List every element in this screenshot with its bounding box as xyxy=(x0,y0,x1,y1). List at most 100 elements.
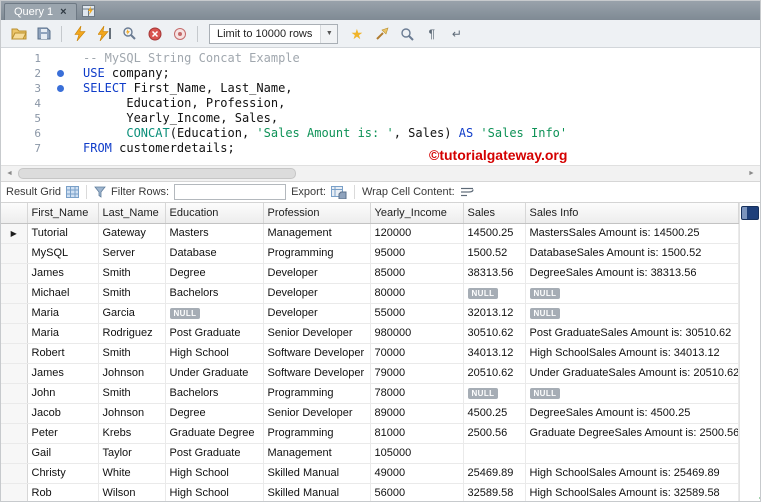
row-selector[interactable] xyxy=(1,403,28,424)
column-header[interactable]: Yearly_Income xyxy=(370,203,464,224)
sql-code-editor[interactable]: 1 -- MySQL String Concat Example 2 USE comp… xyxy=(1,48,760,165)
grid-cell[interactable]: Degree xyxy=(165,403,264,424)
grid-cell[interactable]: Tutorial xyxy=(27,223,99,244)
scroll-right-icon[interactable]: ► xyxy=(743,166,760,181)
row-selector[interactable] xyxy=(1,323,28,344)
result-grid-panel-toggle-icon[interactable] xyxy=(740,206,759,220)
grid-cell[interactable]: Under Graduate xyxy=(165,363,264,384)
grid-cell[interactable]: 105000 xyxy=(370,443,464,464)
code-line[interactable]: 6 CONCAT(Education, 'Sales Amount is: ',… xyxy=(1,126,760,141)
grid-cell[interactable]: High SchoolSales Amount is: 34013.12 xyxy=(525,343,739,364)
grid-cell[interactable]: 55000 xyxy=(370,303,464,324)
grid-cell[interactable]: Developer xyxy=(263,263,371,284)
grid-cell[interactable]: Rodriguez xyxy=(98,323,166,344)
explain-icon[interactable] xyxy=(118,23,141,44)
grid-cell[interactable]: John xyxy=(27,383,99,404)
grid-cell[interactable]: NULL xyxy=(525,303,739,324)
grid-cell[interactable]: NULL xyxy=(525,383,739,404)
table-row[interactable]: Gail Taylor Post Graduate Management 105000 xyxy=(1,443,739,464)
grid-cell[interactable]: Management xyxy=(263,443,371,464)
row-selector[interactable] xyxy=(1,363,28,384)
grid-cell[interactable]: DegreeSales Amount is: 38313.56 xyxy=(525,263,739,284)
grid-cell[interactable]: Smith xyxy=(98,263,166,284)
grid-cell[interactable]: 32589.58 xyxy=(463,483,526,501)
code-line[interactable]: 3 SELECT First_Name, Last_Name, xyxy=(1,81,760,96)
grid-cell[interactable]: 56000 xyxy=(370,483,464,501)
table-row[interactable]: MySQL Server Database Programming 95000 1500.… xyxy=(1,243,739,264)
grid-cell[interactable]: Masters xyxy=(165,223,264,244)
export-recordset-icon[interactable] xyxy=(330,185,347,199)
grid-cell[interactable]: James xyxy=(27,363,99,384)
grid-cell[interactable]: DatabaseSales Amount is: 1500.52 xyxy=(525,243,739,264)
code-line[interactable]: 7 FROM customerdetails; xyxy=(1,141,760,156)
grid-cell[interactable]: Skilled Manual xyxy=(263,483,371,501)
save-script-icon[interactable] xyxy=(32,23,55,44)
grid-cell[interactable]: 25469.89 xyxy=(463,463,526,484)
grid-cell[interactable]: High SchoolSales Amount is: 25469.89 xyxy=(525,463,739,484)
row-selector[interactable] xyxy=(1,243,28,264)
grid-cell[interactable]: Degree xyxy=(165,263,264,284)
row-selector[interactable] xyxy=(1,283,28,304)
grid-cell[interactable]: Krebs xyxy=(98,423,166,444)
grid-cell[interactable]: MastersSales Amount is: 14500.25 xyxy=(525,223,739,244)
row-selector[interactable] xyxy=(1,483,28,501)
column-header[interactable]: First_Name xyxy=(27,203,99,224)
row-selector[interactable] xyxy=(1,383,28,404)
grid-cell[interactable]: Senior Developer xyxy=(263,403,371,424)
grid-cell[interactable]: 78000 xyxy=(370,383,464,404)
grid-cell[interactable]: Smith xyxy=(98,283,166,304)
grid-cell[interactable]: Skilled Manual xyxy=(263,463,371,484)
grid-cell[interactable]: Johnson xyxy=(98,403,166,424)
table-row[interactable]: Christy White High School Skilled Manual 490… xyxy=(1,463,739,484)
grid-cell[interactable]: DegreeSales Amount is: 4500.25 xyxy=(525,403,739,424)
find-icon[interactable] xyxy=(395,23,418,44)
grid-cell[interactable]: Taylor xyxy=(98,443,166,464)
grid-cell[interactable]: NULL xyxy=(463,283,526,304)
grid-cell[interactable]: 81000 xyxy=(370,423,464,444)
grid-cell[interactable]: 2500.56 xyxy=(463,423,526,444)
row-selector[interactable] xyxy=(1,423,28,444)
grid-cell[interactable]: Programming xyxy=(263,423,371,444)
table-row[interactable]: Robert Smith High School Software Developer… xyxy=(1,343,739,364)
grid-cell[interactable]: Smith xyxy=(98,383,166,404)
grid-cell[interactable]: 79000 xyxy=(370,363,464,384)
code-line[interactable]: 5 Yearly_Income, Sales, xyxy=(1,111,760,126)
grid-cell[interactable]: 34013.12 xyxy=(463,343,526,364)
grid-cell[interactable]: Database xyxy=(165,243,264,264)
close-tab-icon[interactable]: × xyxy=(60,6,66,18)
grid-cell[interactable]: Graduate Degree xyxy=(165,423,264,444)
row-selector[interactable] xyxy=(1,263,28,284)
grid-cell[interactable]: Garcia xyxy=(98,303,166,324)
table-row[interactable]: James Smith Degree Developer 85000 38313.56 De… xyxy=(1,263,739,284)
table-row[interactable]: Michael Smith Bachelors Developer 80000 NULL N… xyxy=(1,283,739,304)
grid-cell[interactable]: Developer xyxy=(263,283,371,304)
chevron-down-icon[interactable]: ▼ xyxy=(320,24,338,43)
filter-rows-input[interactable] xyxy=(174,184,287,200)
row-selector[interactable]: ▶ xyxy=(1,223,28,244)
column-header[interactable]: Sales Info xyxy=(525,203,739,224)
column-header[interactable]: Education xyxy=(165,203,264,224)
table-row[interactable]: Maria Rodriguez Post Graduate Senior Develo… xyxy=(1,323,739,344)
table-row[interactable]: Jacob Johnson Degree Senior Developer 89000 4… xyxy=(1,403,739,424)
grid-cell[interactable]: Smith xyxy=(98,343,166,364)
table-row[interactable]: Peter Krebs Graduate Degree Programming 8100… xyxy=(1,423,739,444)
grid-cell[interactable]: Peter xyxy=(27,423,99,444)
grid-cell[interactable]: James xyxy=(27,263,99,284)
grid-cell[interactable]: MySQL xyxy=(27,243,99,264)
grid-cell[interactable]: Robert xyxy=(27,343,99,364)
grid-cell[interactable]: High School xyxy=(165,463,264,484)
grid-cell[interactable]: 70000 xyxy=(370,343,464,364)
row-selector[interactable] xyxy=(1,463,28,484)
grid-cell[interactable]: 30510.62 xyxy=(463,323,526,344)
grid-cell[interactable]: Christy xyxy=(27,463,99,484)
column-header[interactable]: Last_Name xyxy=(98,203,166,224)
code-line[interactable]: 1 -- MySQL String Concat Example xyxy=(1,51,760,66)
grid-cell[interactable]: 85000 xyxy=(370,263,464,284)
grid-cell[interactable]: Senior Developer xyxy=(263,323,371,344)
row-selector[interactable] xyxy=(1,343,28,364)
grid-cell[interactable]: 32013.12 xyxy=(463,303,526,324)
grid-cell[interactable]: 120000 xyxy=(370,223,464,244)
grid-cell[interactable] xyxy=(525,443,739,464)
grid-cell[interactable]: Programming xyxy=(263,383,371,404)
table-row[interactable]: ▶ Tutorial Gateway Masters Management 120000 1… xyxy=(1,223,739,244)
